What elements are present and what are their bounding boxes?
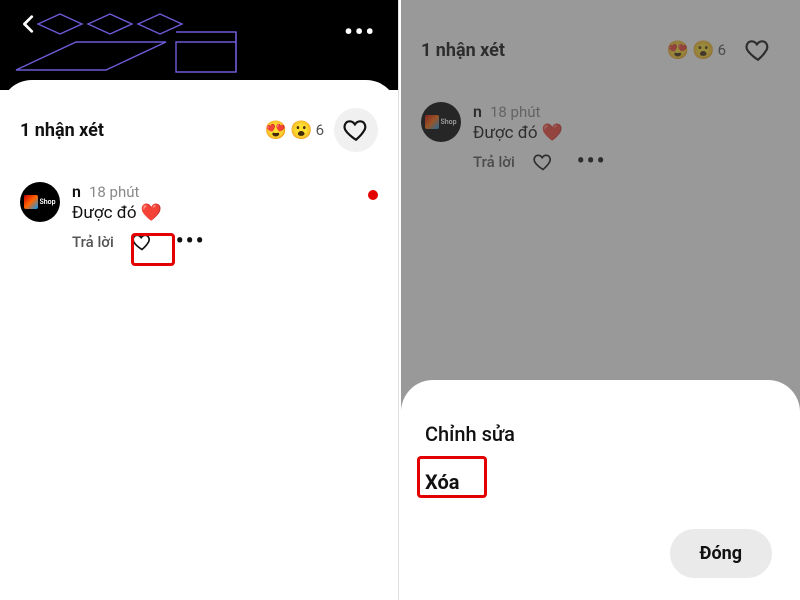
comment-text: Được đó ❤️ xyxy=(72,203,378,223)
edit-action[interactable]: Chỉnh sửa xyxy=(425,410,776,458)
comment-time: 18 phút xyxy=(89,183,139,201)
comment-text: Được đó ❤️ xyxy=(473,123,780,143)
heart-eyes-icon: 😍 xyxy=(667,40,689,61)
reply-button: Trả lời xyxy=(473,153,515,171)
close-button[interactable]: Đóng xyxy=(670,529,773,578)
comment-time: 18 phút xyxy=(490,103,540,121)
post-illustration xyxy=(6,10,266,88)
comments-title: 1 nhận xét xyxy=(421,40,505,61)
surprised-icon: 😮 xyxy=(692,40,714,61)
avatar[interactable]: Shop xyxy=(20,182,60,222)
comment-more-button[interactable]: ••• xyxy=(170,231,212,253)
comments-title: 1 nhận xét xyxy=(20,120,104,141)
red-heart-icon: ❤️ xyxy=(141,203,162,223)
annotation-dot xyxy=(368,190,378,200)
red-heart-icon: ❤️ xyxy=(542,123,563,143)
comment-author[interactable]: n xyxy=(72,182,81,201)
reactions-summary: 😍 😮 6 xyxy=(667,40,726,61)
comment-row: Shop n 18 phút Được đó ❤️ Trả lời xyxy=(0,166,398,253)
phone-right: 1 nhận xét 😍 😮 6 Shop xyxy=(401,0,800,600)
comments-sheet: 1 nhận xét 😍 😮 6 Shop xyxy=(0,80,398,600)
back-button[interactable] xyxy=(18,12,40,40)
comment-action-sheet: Chỉnh sửa Xóa Đóng xyxy=(401,380,800,600)
heart-eyes-icon: 😍 xyxy=(265,120,287,141)
like-post-button xyxy=(736,28,780,72)
post-more-button[interactable]: ••• xyxy=(344,18,376,46)
like-comment-button[interactable] xyxy=(132,232,152,252)
comment-row: Shop n 18 phút Được đó ❤️ Trả lời xyxy=(401,86,800,173)
comment-more-button: ••• xyxy=(571,151,613,173)
comments-header: 1 nhận xét 😍 😮 6 xyxy=(0,80,398,166)
like-post-button[interactable] xyxy=(334,108,378,152)
comments-header: 1 nhận xét 😍 😮 6 xyxy=(401,0,800,86)
reply-button[interactable]: Trả lời xyxy=(72,233,114,251)
reaction-count: 6 xyxy=(316,121,324,139)
reaction-count: 6 xyxy=(718,41,726,59)
surprised-icon: 😮 xyxy=(290,120,312,141)
reactions-summary[interactable]: 😍 😮 6 xyxy=(265,120,324,141)
delete-action[interactable]: Xóa xyxy=(425,458,776,506)
avatar: Shop xyxy=(421,102,461,142)
like-comment-button xyxy=(533,152,553,172)
phone-left: ••• 1 nhận xét 😍 😮 6 Shop xyxy=(0,0,399,600)
comment-author: n xyxy=(473,102,482,121)
post-background: ••• xyxy=(0,0,398,90)
